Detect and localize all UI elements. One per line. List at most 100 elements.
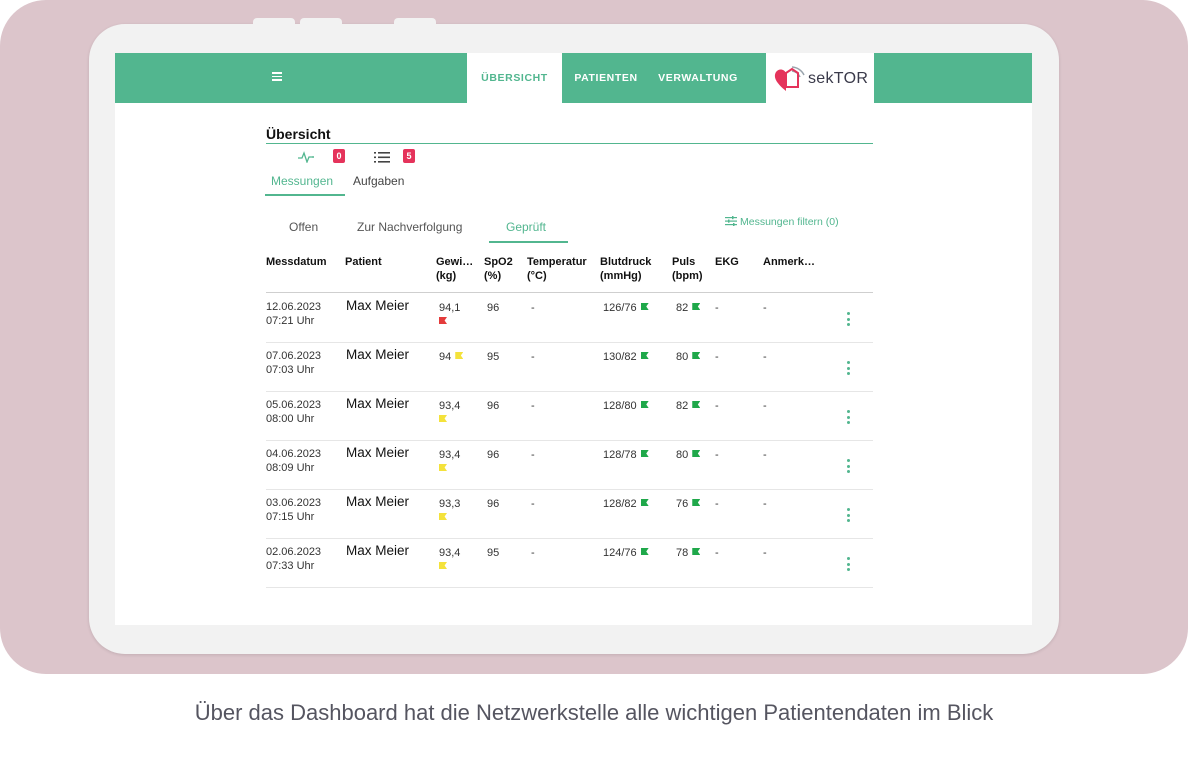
- messungen-count-badge: 0: [333, 149, 345, 163]
- flag-icon: [640, 499, 649, 506]
- cell-temperatur: -: [531, 302, 535, 314]
- col-header-gewicht[interactable]: Gewi… (kg): [436, 255, 473, 283]
- flag-icon: [692, 303, 701, 310]
- cell-messdatum: 03.06.2023 07:15 Uhr: [266, 496, 321, 524]
- cell-puls: 80: [676, 350, 701, 364]
- time: 08:09 Uhr: [266, 462, 315, 474]
- cell-gewicht: 93,4: [439, 448, 460, 471]
- nav-patienten[interactable]: PATIENTEN: [567, 53, 645, 103]
- bp-value: 130/82: [603, 351, 637, 363]
- cell-spo2: 96: [487, 449, 500, 461]
- col-header-messdatum[interactable]: Messdatum: [266, 255, 327, 269]
- flag-icon: [439, 464, 447, 471]
- flag-icon: [640, 548, 649, 555]
- cell-patient[interactable]: Max Meier: [346, 543, 409, 558]
- cell-temperatur: -: [531, 351, 535, 363]
- menu-icon[interactable]: [272, 72, 282, 81]
- cell-patient[interactable]: Max Meier: [346, 347, 409, 362]
- cell-ekg: -: [715, 400, 719, 412]
- nav-verwaltung[interactable]: VERWALTUNG: [651, 53, 745, 103]
- date: 04.06.2023: [266, 448, 322, 460]
- cell-anmerkung: -: [763, 449, 767, 461]
- col-header-anmerkung[interactable]: Anmerk…: [763, 255, 815, 269]
- table-row[interactable]: 05.06.2023 08:00 Uhr Max Meier 93,4 96 - 128/8…: [266, 392, 873, 441]
- more-actions-icon[interactable]: [846, 312, 850, 326]
- subtab-zur-nachverfolgung[interactable]: Zur Nachverfolgung: [357, 220, 462, 234]
- table-row[interactable]: 03.06.2023 07:15 Uhr Max Meier 93,3 96 - 128/8…: [266, 490, 873, 539]
- active-tab-indicator: [265, 194, 345, 196]
- more-actions-icon[interactable]: [846, 557, 850, 571]
- col-header-ekg[interactable]: EKG: [715, 255, 739, 269]
- list-icon[interactable]: [374, 152, 390, 163]
- table-row[interactable]: 02.06.2023 07:33 Uhr Max Meier 93,4 95 - 124/7…: [266, 539, 873, 588]
- cell-patient[interactable]: Max Meier: [346, 494, 409, 509]
- table-header-divider: [266, 292, 873, 293]
- aufgaben-count-badge: 5: [403, 149, 415, 163]
- flag-icon: [692, 548, 701, 555]
- flag-icon: [640, 352, 649, 359]
- more-actions-icon[interactable]: [846, 459, 850, 473]
- cell-anmerkung: -: [763, 498, 767, 510]
- cell-puls: 80: [676, 448, 701, 462]
- cell-patient[interactable]: Max Meier: [346, 396, 409, 411]
- date: 05.06.2023: [266, 399, 322, 411]
- logo[interactable]: sekTOR: [766, 53, 874, 103]
- time: 07:21 Uhr: [266, 315, 315, 327]
- bp-value: 124/76: [603, 547, 637, 559]
- weight-value: 93,4: [439, 400, 461, 412]
- more-actions-icon[interactable]: [846, 508, 850, 522]
- cell-temperatur: -: [531, 547, 535, 559]
- subtab-offen[interactable]: Offen: [289, 220, 318, 234]
- divider: [266, 143, 873, 144]
- cell-gewicht: 93,4: [439, 399, 460, 422]
- pulse-value: 76: [676, 498, 689, 510]
- top-navigation: ÜBERSICHT PATIENTEN VERWALTUNG sekTOR: [115, 53, 1032, 103]
- cell-patient[interactable]: Max Meier: [346, 445, 409, 460]
- time: 07:03 Uhr: [266, 364, 315, 376]
- pulse-value: 80: [676, 449, 689, 461]
- cell-messdatum: 07.06.2023 07:03 Uhr: [266, 349, 321, 377]
- table-row[interactable]: 04.06.2023 08:09 Uhr Max Meier 93,4 96 - 128/7…: [266, 441, 873, 490]
- active-subtab-indicator: [489, 241, 568, 243]
- cell-blutdruck: 130/82: [603, 350, 649, 364]
- cell-gewicht: 94,1: [439, 301, 460, 324]
- subtab-geprueft[interactable]: Geprüft: [506, 220, 546, 234]
- time: 08:00 Uhr: [266, 413, 315, 425]
- pulse-value: 82: [676, 302, 689, 314]
- cell-blutdruck: 128/80: [603, 399, 649, 413]
- col-header-spo2[interactable]: SpO2 (%): [484, 255, 513, 283]
- tablet-button: [253, 18, 295, 26]
- nav-uebersicht[interactable]: ÜBERSICHT: [467, 53, 562, 103]
- time: 07:15 Uhr: [266, 511, 315, 523]
- more-actions-icon[interactable]: [846, 361, 850, 375]
- filter-button[interactable]: Messungen filtern (0): [725, 216, 839, 228]
- cell-ekg: -: [715, 498, 719, 510]
- col-header-temperatur[interactable]: Temperatur (°C): [527, 255, 587, 283]
- flag-icon: [640, 303, 649, 310]
- tab-messungen[interactable]: Messungen: [271, 174, 333, 188]
- tab-aufgaben[interactable]: Aufgaben: [353, 174, 404, 188]
- cell-puls: 78: [676, 546, 701, 560]
- more-actions-icon[interactable]: [846, 410, 850, 424]
- flag-icon: [692, 450, 701, 457]
- col-header-patient[interactable]: Patient: [345, 255, 382, 269]
- app-screen: ÜBERSICHT PATIENTEN VERWALTUNG sekTOR Üb…: [115, 53, 1032, 625]
- table-row[interactable]: 07.06.2023 07:03 Uhr Max Meier 94 95 - 130/82 8…: [266, 343, 873, 392]
- col-header-blutdruck[interactable]: Blutdruck (mmHg): [600, 255, 651, 283]
- cell-temperatur: -: [531, 498, 535, 510]
- heart-house-icon: [774, 66, 805, 91]
- cell-patient[interactable]: Max Meier: [346, 298, 409, 313]
- col-header-puls[interactable]: Puls (bpm): [672, 255, 703, 283]
- cell-spo2: 95: [487, 351, 500, 363]
- table-row[interactable]: 12.06.2023 07:21 Uhr Max Meier 94,1 96 - 126/7…: [266, 294, 873, 343]
- flag-icon: [640, 450, 649, 457]
- cell-ekg: -: [715, 547, 719, 559]
- pulse-icon[interactable]: [298, 151, 314, 163]
- bp-value: 128/78: [603, 449, 637, 461]
- cell-messdatum: 04.06.2023 08:09 Uhr: [266, 447, 321, 475]
- cell-anmerkung: -: [763, 400, 767, 412]
- flag-icon: [439, 513, 447, 520]
- cell-messdatum: 12.06.2023 07:21 Uhr: [266, 300, 321, 328]
- cell-ekg: -: [715, 351, 719, 363]
- flag-icon: [439, 562, 447, 569]
